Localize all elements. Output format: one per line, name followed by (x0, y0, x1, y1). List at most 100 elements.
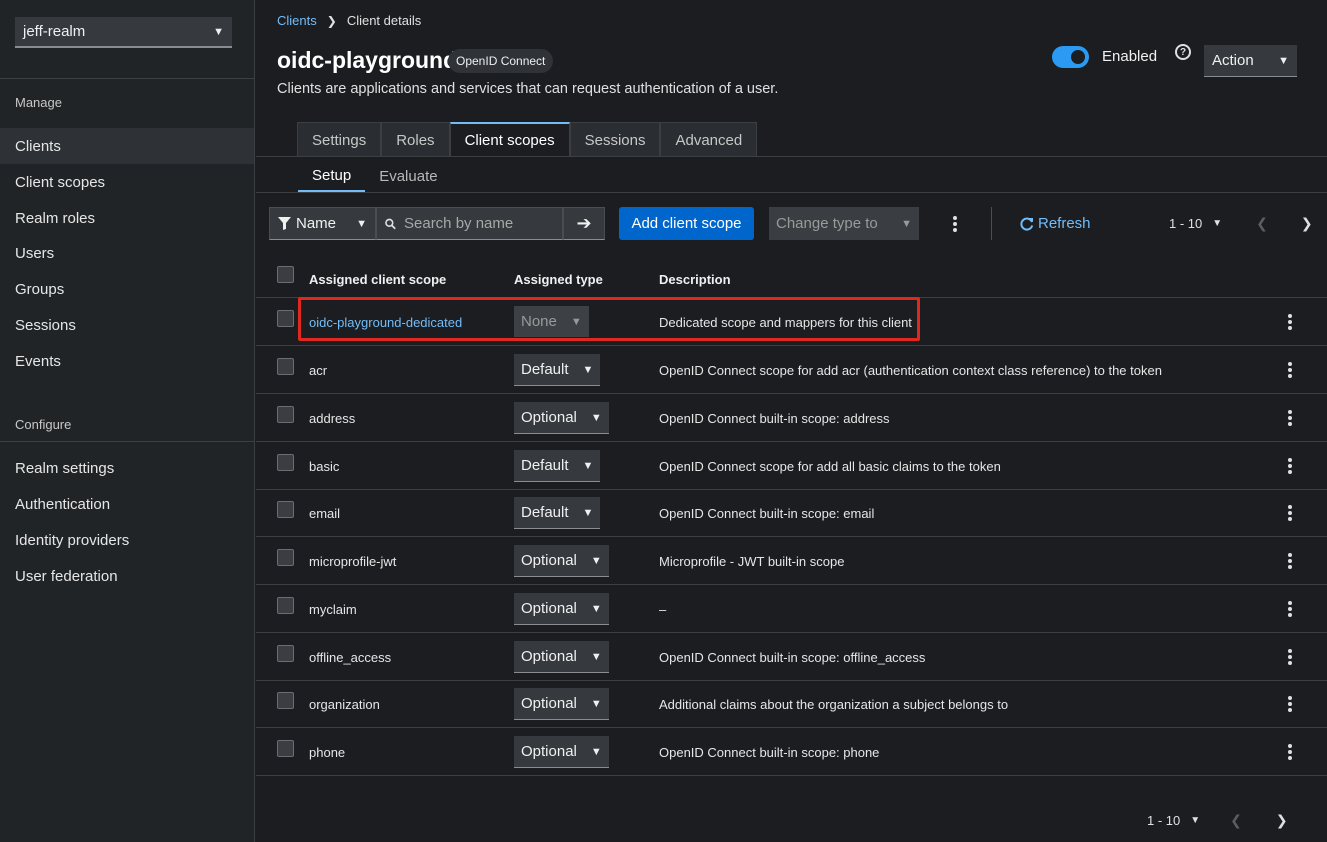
tab-client-scopes[interactable]: Client scopes (449, 122, 570, 157)
assigned-type-select[interactable]: Default ▼ (514, 497, 601, 529)
row-checkbox[interactable] (277, 740, 294, 757)
sidebar-item-client-scopes[interactable]: Client scopes (0, 164, 254, 200)
row-kebab-icon[interactable] (1280, 456, 1300, 476)
refresh-button[interactable]: Refresh (1020, 215, 1091, 232)
row-checkbox[interactable] (277, 692, 294, 709)
row-checkbox[interactable] (277, 597, 294, 614)
sidebar-item-events[interactable]: Events (0, 343, 254, 379)
assigned-type-select[interactable]: Optional ▼ (514, 545, 609, 577)
client-scope-name: acr (309, 363, 328, 378)
breadcrumb-link-clients[interactable]: Clients (277, 13, 317, 28)
row-kebab-icon[interactable] (1280, 408, 1300, 428)
caret-down-icon: ▼ (213, 25, 224, 38)
scope-description: OpenID Connect scope for add all basic c… (659, 459, 1001, 474)
row-kebab-icon[interactable] (1280, 551, 1300, 571)
row-kebab-icon[interactable] (1280, 312, 1300, 332)
add-client-scope-button[interactable]: Add client scope (619, 207, 754, 240)
client-scope-name: offline_access (309, 650, 392, 665)
client-scope-subtabs: Setup Evaluate (298, 160, 452, 192)
filter-attribute-label: Name (296, 215, 337, 232)
caret-down-icon: ▼ (1212, 218, 1223, 229)
row-checkbox[interactable] (277, 549, 294, 566)
scope-description: OpenID Connect scope for add acr (authen… (659, 363, 1162, 378)
divider (256, 156, 1327, 157)
realm-selector[interactable]: jeff-realm ▼ (15, 17, 232, 48)
filter-attribute-select[interactable]: Name ▼ (269, 207, 376, 240)
realm-selector-label: jeff-realm (23, 23, 86, 40)
row-checkbox[interactable] (277, 645, 294, 662)
sidebar-item-realm-roles[interactable]: Realm roles (0, 200, 254, 236)
client-scope-name: email (309, 506, 341, 521)
caret-down-icon: ▼ (582, 506, 594, 519)
assigned-type-select[interactable]: Optional ▼ (514, 688, 609, 720)
caret-down-icon: ▼ (590, 697, 602, 710)
row-kebab-icon[interactable] (1280, 599, 1300, 619)
caret-down-icon: ▼ (570, 315, 582, 328)
scope-description: – (659, 602, 667, 617)
previous-page-icon[interactable]: ❮ (1230, 812, 1242, 829)
select-all-checkbox[interactable] (277, 266, 294, 283)
action-dropdown[interactable]: Action ▼ (1204, 45, 1297, 77)
subtab-evaluate[interactable]: Evaluate (365, 160, 451, 192)
caret-down-icon: ▼ (590, 411, 602, 424)
page-title: oidc-playground (277, 47, 458, 73)
sidebar-item-clients[interactable]: Clients (0, 128, 254, 164)
assigned-type-select[interactable]: Default ▼ (514, 354, 601, 386)
assigned-type-select[interactable]: Optional ▼ (514, 593, 609, 625)
row-kebab-icon[interactable] (1280, 647, 1300, 667)
caret-down-icon: ▼ (582, 459, 594, 472)
previous-page-icon[interactable]: ❮ (1256, 215, 1268, 232)
row-kebab-icon[interactable] (1280, 503, 1300, 523)
assigned-type-select[interactable]: Optional ▼ (514, 736, 609, 768)
assigned-type-select[interactable]: Optional ▼ (514, 641, 609, 673)
search-submit-button[interactable]: ➔ (563, 207, 605, 240)
filter-icon (278, 217, 291, 230)
row-checkbox[interactable] (277, 358, 294, 375)
table-row: email Default ▼ OpenID Connect built-in … (256, 489, 1327, 537)
caret-down-icon: ▼ (590, 650, 602, 663)
pagination-range-dropdown[interactable]: 1 - 10 (1169, 216, 1202, 231)
sidebar-item-users[interactable]: Users (0, 235, 254, 271)
client-scope-name: address (309, 411, 356, 426)
row-checkbox[interactable] (277, 454, 294, 471)
scope-description: OpenID Connect built-in scope: email (659, 506, 875, 521)
change-type-dropdown[interactable]: Change type to ▼ (769, 207, 919, 240)
assigned-type-select[interactable]: Optional ▼ (514, 402, 609, 434)
help-icon[interactable]: ? (1175, 44, 1191, 60)
row-kebab-icon[interactable] (1280, 360, 1300, 380)
table-row: offline_access Optional ▼ OpenID Connect… (256, 633, 1327, 681)
refresh-icon (1020, 217, 1034, 231)
client-scope-name: basic (309, 459, 340, 474)
tab-settings[interactable]: Settings (297, 122, 382, 157)
assigned-type-value: Optional (521, 743, 577, 760)
tab-sessions[interactable]: Sessions (569, 122, 661, 157)
tab-advanced[interactable]: Advanced (660, 122, 758, 157)
row-kebab-icon[interactable] (1280, 742, 1300, 762)
row-checkbox[interactable] (277, 406, 294, 423)
toolbar-kebab-icon[interactable] (945, 207, 965, 240)
row-checkbox[interactable] (277, 310, 294, 327)
assigned-type-select: None ▼ (514, 306, 589, 337)
subtab-setup[interactable]: Setup (298, 160, 366, 192)
scope-description: Microprofile - JWT built-in scope (659, 554, 845, 569)
sidebar-item-groups[interactable]: Groups (0, 271, 254, 307)
enabled-toggle[interactable] (1052, 46, 1089, 68)
client-scope-link[interactable]: oidc-playground-dedicated (309, 315, 462, 330)
sidebar: jeff-realm ▼ Manage Clients Client scope… (0, 0, 255, 842)
next-page-icon[interactable]: ❯ (1301, 215, 1313, 232)
pagination-range-dropdown[interactable]: 1 - 10 (1147, 813, 1180, 828)
next-page-icon[interactable]: ❯ (1276, 812, 1288, 829)
sidebar-item-authentication[interactable]: Authentication (0, 486, 254, 522)
search-input[interactable] (404, 215, 554, 232)
row-checkbox[interactable] (277, 501, 294, 518)
client-scope-name: organization (309, 697, 380, 712)
sidebar-item-identity-providers[interactable]: Identity providers (0, 522, 254, 558)
action-dropdown-label: Action (1212, 52, 1254, 69)
assigned-type-select[interactable]: Default ▼ (514, 450, 601, 482)
tab-roles[interactable]: Roles (381, 122, 450, 157)
sidebar-item-realm-settings[interactable]: Realm settings (0, 450, 254, 486)
caret-down-icon: ▼ (590, 602, 602, 615)
row-kebab-icon[interactable] (1280, 694, 1300, 714)
sidebar-item-sessions[interactable]: Sessions (0, 307, 254, 343)
sidebar-item-user-federation[interactable]: User federation (0, 558, 254, 594)
